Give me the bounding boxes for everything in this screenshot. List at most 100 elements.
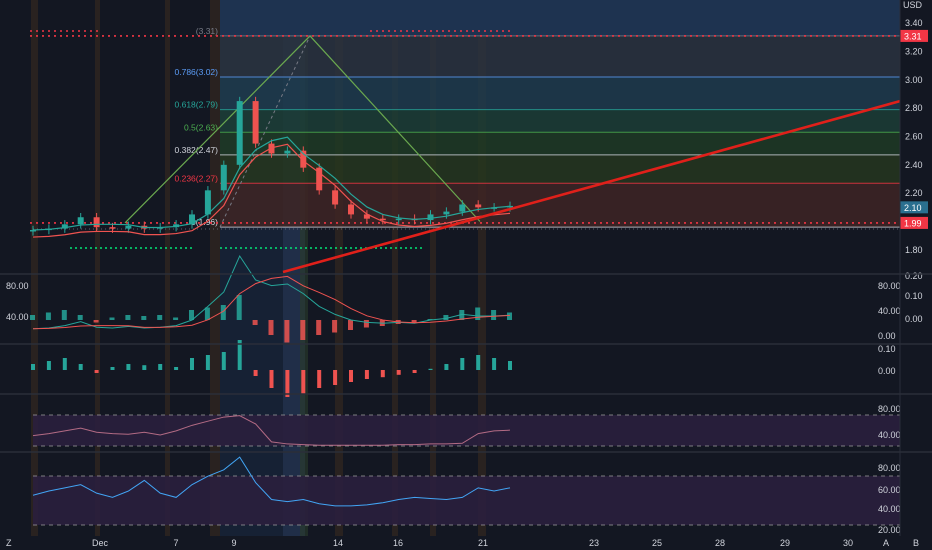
macd-bar <box>252 320 258 325</box>
histogram-pane: 0.10 0.00 <box>31 340 896 397</box>
macd-bar <box>348 320 353 330</box>
candle-body <box>93 217 100 228</box>
macd-bar <box>125 315 131 320</box>
price-tick-label: 3.00 <box>905 75 923 85</box>
macd-right-tick: 40.00 <box>878 306 901 316</box>
macd-far-right-tick: 0.00 <box>905 314 923 324</box>
price-tick-label: 2.80 <box>905 103 923 113</box>
price-tag-label: 2.10 <box>904 203 922 213</box>
macd-bar <box>173 317 179 320</box>
auto-scale-badge: A <box>883 538 889 548</box>
macd-bar <box>300 320 306 340</box>
log-scale-badge: B <box>913 538 919 548</box>
hist-bar <box>460 358 465 370</box>
macd-far-right-tick: 0.20 <box>905 271 923 281</box>
time-tick-label: 9 <box>231 538 236 548</box>
hist-bar <box>412 370 417 373</box>
macd-bar <box>507 312 512 320</box>
candle-body <box>348 204 354 215</box>
macd-bar <box>268 320 274 335</box>
candle-body <box>77 217 84 225</box>
price-tick-label: 3.40 <box>905 18 923 28</box>
hist-bar <box>253 370 258 376</box>
candle-body <box>443 211 450 215</box>
candle-body <box>236 101 243 165</box>
fib-level-label: 0.382(2.47) <box>175 145 219 155</box>
time-tick-label: Dec <box>92 538 109 548</box>
hist-bar <box>444 364 449 370</box>
hist-bar <box>221 352 226 370</box>
hist-bar <box>285 370 290 397</box>
macd-far-right-tick: 0.10 <box>905 291 923 301</box>
macd-bar <box>236 295 242 320</box>
time-tick-label: 30 <box>843 538 853 548</box>
time-tick-label: 29 <box>780 538 790 548</box>
rsi2-right-tick: 40.00 <box>878 504 901 514</box>
price-axis-currency: USD <box>903 0 923 10</box>
price-tick-label: 2.60 <box>905 132 923 142</box>
time-tick-label: 16 <box>393 538 403 548</box>
session-band <box>31 0 38 545</box>
rsi2-band <box>33 476 900 525</box>
macd-bar <box>61 310 67 320</box>
macd-bar <box>411 320 417 323</box>
hist-bar <box>31 364 35 370</box>
macd-bar <box>157 315 163 320</box>
macd-bar <box>443 315 449 320</box>
candle-body <box>475 204 482 208</box>
candle-body <box>125 225 132 229</box>
macd-bar <box>475 307 481 320</box>
candle-body <box>109 227 116 229</box>
candle-body <box>395 218 402 221</box>
rsi1-right-tick: 40.00 <box>878 430 901 440</box>
macd-bar <box>93 320 99 323</box>
fib-level-label: 0.5(2.63) <box>184 122 218 132</box>
hist-bar <box>349 370 353 382</box>
time-axis[interactable]: Dec 7 9 14 16 21 23 25 28 29 30 Z A B <box>0 536 932 550</box>
macd-left-tick: 40.00 <box>6 312 29 322</box>
fib-level-label: (3.31) <box>196 26 218 36</box>
hist-bar <box>158 364 163 370</box>
rsi2-right-tick: 60.00 <box>878 485 901 495</box>
macd-bar <box>284 320 290 343</box>
price-tick-label: 3.20 <box>905 47 923 57</box>
rsi1-right-tick: 80.00 <box>878 404 901 414</box>
macd-bar <box>204 307 210 320</box>
macd-bar <box>141 316 147 320</box>
macd-right-tick: 0.00 <box>878 331 896 341</box>
time-tick-label: 25 <box>652 538 662 548</box>
price-tick-label: 2.40 <box>905 160 923 170</box>
price-tag-label: 3.31 <box>904 31 922 41</box>
hist-right-tick: 0.00 <box>878 366 896 376</box>
time-tick-label: 23 <box>589 538 599 548</box>
chart-canvas[interactable]: (3.31) 0.786(3.02) 0.618(2.79) 0.5(2.63) 0.3… <box>0 0 932 550</box>
fib-zone <box>220 132 900 155</box>
hist-bar <box>110 367 115 370</box>
macd-bar <box>316 320 322 335</box>
time-tick-label: 14 <box>333 538 343 548</box>
macd-right-tick: 80.00 <box>878 281 901 291</box>
price-tick-label: 1.80 <box>905 245 923 255</box>
time-tick-label: 21 <box>478 538 488 548</box>
candle-body <box>252 101 259 144</box>
fib-zone <box>220 77 900 110</box>
hist-bar <box>126 364 131 370</box>
hist-bar <box>396 370 401 375</box>
candle-body <box>220 164 227 191</box>
macd-bar <box>109 317 115 320</box>
macd-pane: 80.00 40.00 80.00 40.00 0.00 0.20 0.10 0.00 <box>6 254 923 343</box>
rsi2-right-tick: 20.00 <box>878 525 901 535</box>
session-band <box>95 0 100 545</box>
hist-bar <box>174 367 179 370</box>
fib-zone <box>220 35 900 77</box>
hist-bar <box>269 370 274 388</box>
fib-level-label: 0.786(3.02) <box>175 67 219 77</box>
candle-body <box>459 204 466 212</box>
price-tag-label: 1.99 <box>904 218 922 228</box>
hist-bar <box>78 364 83 370</box>
rsi-purple-pane: 80.00 40.00 <box>32 404 901 447</box>
candle-body <box>332 190 339 205</box>
session-band <box>210 0 220 545</box>
price-tick-label: 2.20 <box>905 188 923 198</box>
hist-bar <box>94 370 99 373</box>
